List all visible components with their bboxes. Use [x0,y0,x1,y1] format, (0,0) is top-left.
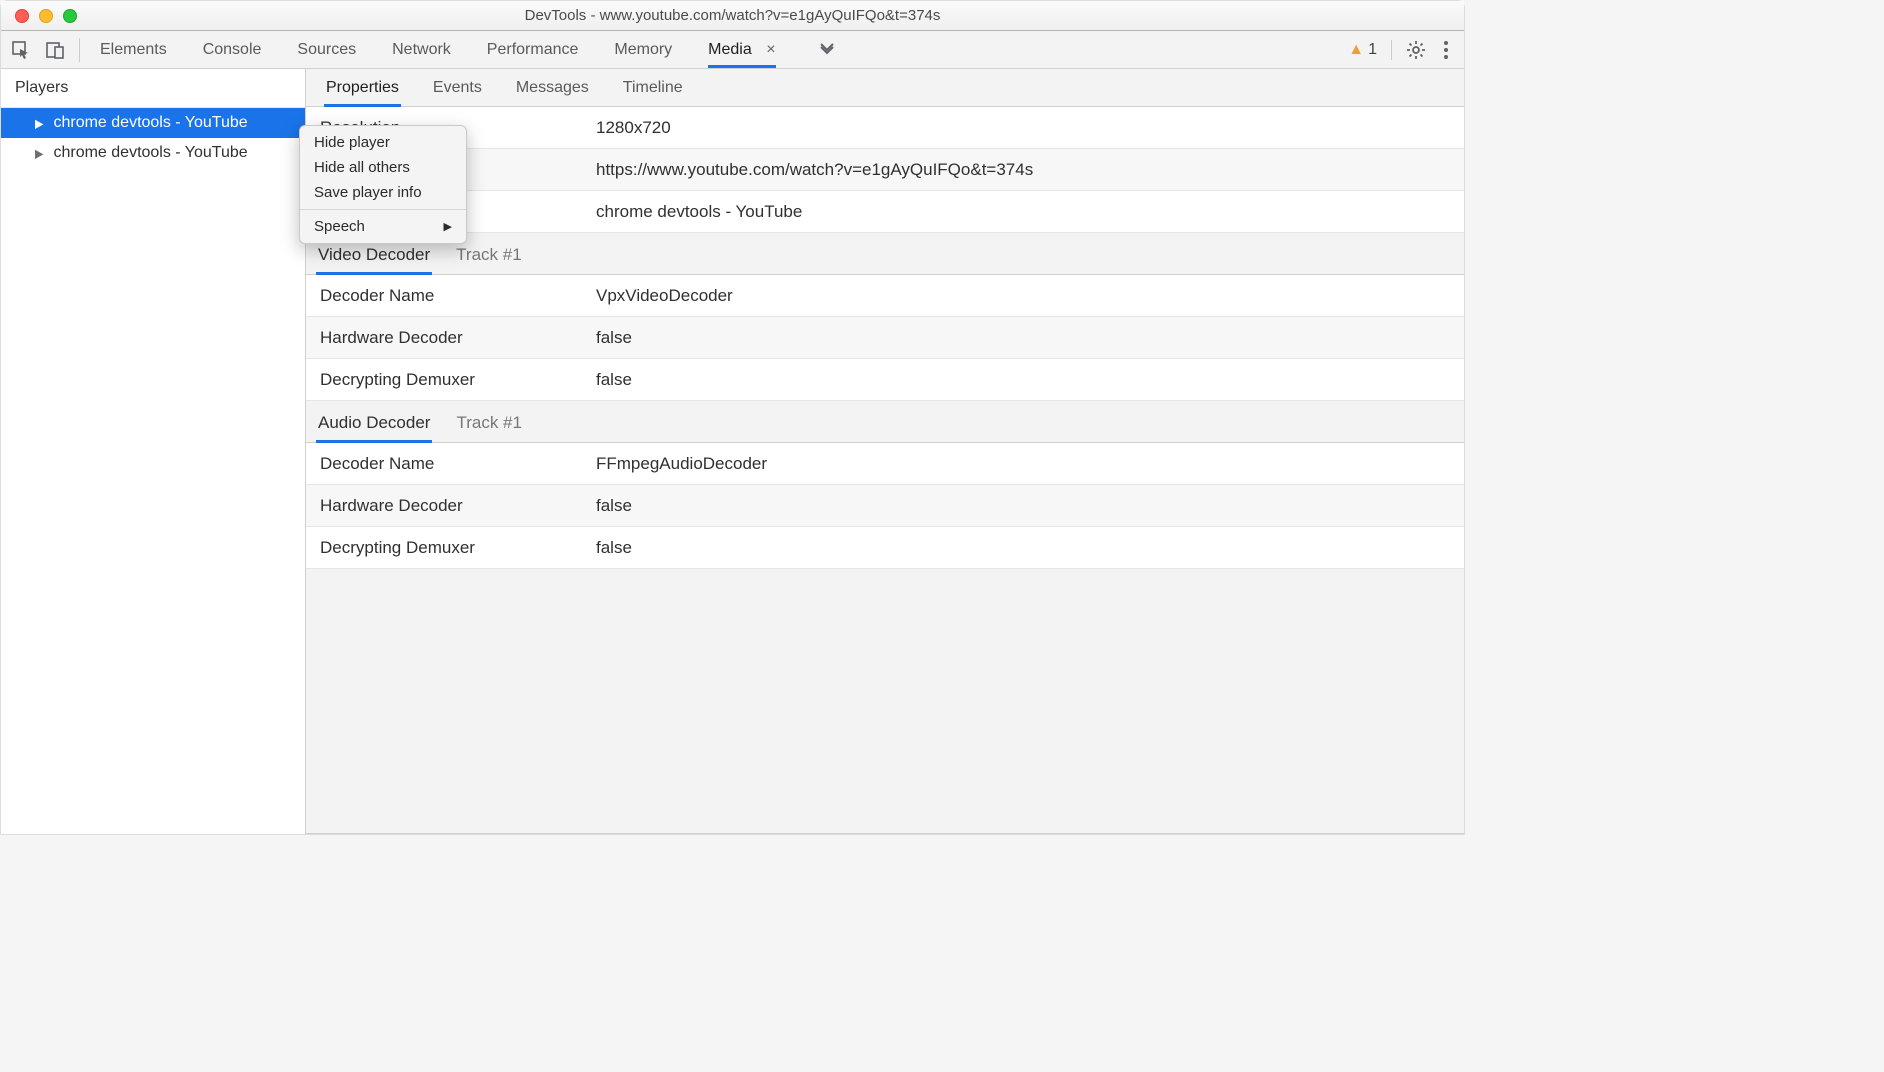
dtab-timeline[interactable]: Timeline [621,69,685,106]
prop-key: Decoder Name [306,286,596,306]
prop-value: false [596,328,1464,348]
minimize-window-button[interactable] [39,9,53,23]
prop-key: Decrypting Demuxer [306,370,596,390]
prop-row: Hardware Decoder false [306,485,1464,527]
close-window-button[interactable] [15,9,29,23]
prop-value: false [596,538,1464,558]
prop-value: chrome devtools - YouTube [596,202,1464,222]
prop-value: false [596,496,1464,516]
tab-performance[interactable]: Performance [487,33,579,67]
section-track-label: Track #1 [456,413,522,442]
tab-sources[interactable]: Sources [297,33,356,67]
tab-network[interactable]: Network [392,33,451,67]
prop-row-frame-url: Frame URL https://www.youtube.com/watch?… [306,149,1464,191]
window-titlebar: DevTools - www.youtube.com/watch?v=e1gAy… [1,1,1464,31]
prop-value: false [596,370,1464,390]
cm-hide-player[interactable]: Hide player [300,130,466,155]
tab-media[interactable]: Media × [708,33,775,67]
properties-table: Resolution 1280x720 Frame URL https://ww… [306,107,1464,569]
dtab-events[interactable]: Events [431,69,484,106]
prop-row: Decoder Name FFmpegAudioDecoder [306,443,1464,485]
empty-area [306,569,1464,834]
player-row-1[interactable]: ▶ chrome devtools - YouTube [1,138,305,168]
sidebar-header: Players [1,69,305,108]
cm-speech-submenu[interactable]: Speech ▶ [300,214,466,239]
prop-value: VpxVideoDecoder [596,286,1464,306]
panel-tabs: Elements Console Sources Network Perform… [100,33,1348,67]
prop-row-resolution: Resolution 1280x720 [306,107,1464,149]
settings-icon[interactable] [1406,40,1426,60]
prop-key: Decoder Name [306,454,596,474]
inspect-element-icon[interactable] [11,40,31,60]
player-row-0[interactable]: ▶ chrome devtools - YouTube [1,108,305,138]
prop-key: Hardware Decoder [306,496,596,516]
section-tab-audio[interactable]: Audio Decoder [316,413,432,442]
window-controls [15,9,77,23]
tab-media-label: Media [708,41,752,58]
detail-tabs: Properties Events Messages Timeline [306,69,1464,107]
cm-save-player-info[interactable]: Save player info [300,180,466,205]
prop-row-frame-title: Frame Title chrome devtools - YouTube [306,191,1464,233]
submenu-arrow-icon: ▶ [444,220,452,233]
prop-row: Decrypting Demuxer false [306,359,1464,401]
tab-elements[interactable]: Elements [100,33,167,67]
players-sidebar: Players ▶ chrome devtools - YouTube ▶ ch… [1,69,306,834]
tab-console[interactable]: Console [203,33,262,67]
main-content: Players ▶ chrome devtools - YouTube ▶ ch… [1,69,1464,834]
player-context-menu: Hide player Hide all others Save player … [299,125,467,244]
cm-divider [300,209,466,210]
prop-key: Decrypting Demuxer [306,538,596,558]
prop-row: Hardware Decoder false [306,317,1464,359]
prop-value: 1280x720 [596,118,1464,138]
play-icon: ▶ [35,116,43,130]
more-tabs-icon[interactable] [818,41,836,59]
section-video-decoder: Video Decoder Track #1 [306,233,1464,275]
prop-value: FFmpegAudioDecoder [596,454,1464,474]
player-label: chrome devtools - YouTube [53,114,247,132]
close-tab-icon[interactable]: × [766,41,775,58]
prop-key: Hardware Decoder [306,328,596,348]
prop-value: https://www.youtube.com/watch?v=e1gAyQuI… [596,160,1464,180]
prop-row: Decrypting Demuxer false [306,527,1464,569]
prop-row: Decoder Name VpxVideoDecoder [306,275,1464,317]
dtab-properties[interactable]: Properties [324,69,401,106]
detail-pane: Properties Events Messages Timeline Reso… [306,69,1464,834]
warnings-badge[interactable]: ▲ 1 [1348,41,1377,59]
tab-memory[interactable]: Memory [614,33,672,67]
warnings-count: 1 [1368,41,1377,59]
zoom-window-button[interactable] [63,9,77,23]
section-tab-video[interactable]: Video Decoder [316,245,432,274]
section-track-label: Track #1 [456,245,522,274]
cm-hide-all-others[interactable]: Hide all others [300,155,466,180]
dtab-messages[interactable]: Messages [514,69,591,106]
more-options-icon[interactable] [1440,41,1452,59]
window-title: DevTools - www.youtube.com/watch?v=e1gAy… [1,7,1464,24]
play-icon: ▶ [35,146,43,160]
section-audio-decoder: Audio Decoder Track #1 [306,401,1464,443]
player-label: chrome devtools - YouTube [53,144,247,162]
warning-icon: ▲ [1348,41,1364,59]
devtools-toolbar: Elements Console Sources Network Perform… [1,31,1464,69]
toggle-device-icon[interactable] [45,40,65,60]
toolbar-separator [1391,40,1392,60]
cm-speech-label: Speech [314,218,365,235]
